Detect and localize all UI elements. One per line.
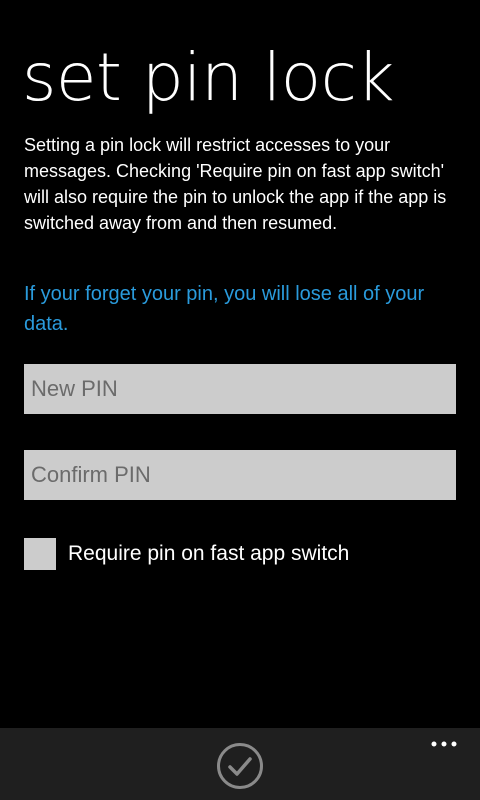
page-title: set pin lock bbox=[22, 39, 395, 116]
new-pin-input[interactable] bbox=[24, 364, 456, 414]
description-text: Setting a pin lock will restrict accesse… bbox=[24, 135, 447, 233]
check-icon bbox=[217, 743, 263, 789]
app-bar bbox=[0, 728, 480, 800]
confirm-pin-input[interactable] bbox=[24, 450, 456, 500]
fast-app-switch-checkbox[interactable]: Require pin on fast app switch bbox=[24, 537, 349, 571]
checkbox-box[interactable] bbox=[24, 538, 56, 570]
more-button[interactable] bbox=[426, 734, 466, 754]
set-pin-lock-screen: set pin lock Setting a pin lock will res… bbox=[0, 0, 480, 800]
more-icon bbox=[431, 741, 457, 747]
confirm-button[interactable] bbox=[216, 742, 264, 790]
fast-app-switch-label: Require pin on fast app switch bbox=[68, 542, 350, 565]
warning-text: If your forget your pin, you will lose a… bbox=[24, 283, 425, 335]
